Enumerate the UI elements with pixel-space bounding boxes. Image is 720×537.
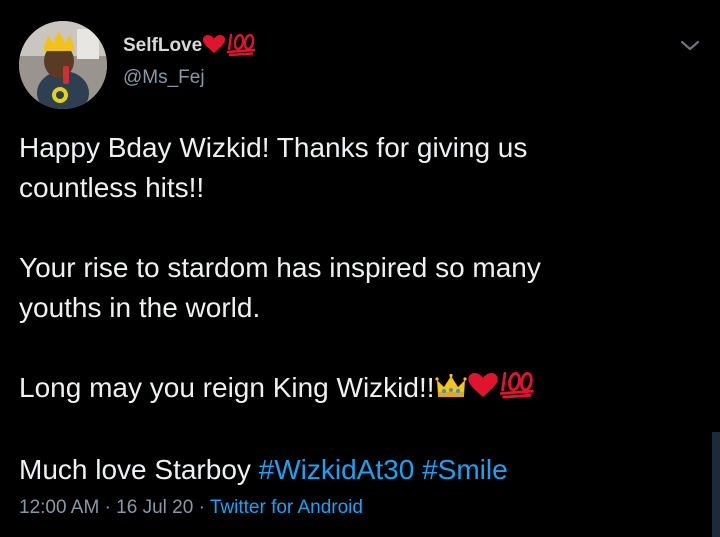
text-paragraph-2: Your rise to stardom has inspired so man…: [19, 248, 699, 328]
hundred-points-emoji: [226, 32, 258, 61]
hashtag-link[interactable]: #WizkidAt30: [259, 454, 415, 485]
heart-emoji: [202, 34, 226, 59]
text-line: Much love Starboy: [19, 454, 251, 486]
text-line: youths in the world.: [19, 292, 261, 323]
crown-emoji: [434, 370, 467, 410]
author-info[interactable]: SelfLove @Ms_Fej: [123, 33, 258, 89]
tweet-text: Happy Bday Wizkid! Thanks for giving us …: [19, 128, 699, 490]
avatar-photo: [19, 21, 107, 109]
hundred-points-emoji: [499, 369, 537, 410]
scrollbar[interactable]: [712, 432, 720, 537]
text-line: countless hits!!: [19, 172, 205, 203]
text-paragraph-3: Long may you reign King Wizkid!!: [19, 368, 699, 410]
display-name[interactable]: SelfLove: [123, 35, 202, 57]
tweet-meta: 12:00 AM · 16 Jul 20 · Twitter for Andro…: [19, 497, 363, 519]
tweet-date[interactable]: 16 Jul 20: [116, 497, 193, 518]
tweet-source-link[interactable]: Twitter for Android: [210, 497, 363, 518]
text-paragraph-1: Happy Bday Wizkid! Thanks for giving us …: [19, 128, 699, 208]
tweet-card[interactable]: SelfLove @Ms_Fej Happy Bday Wizkid! Than…: [0, 0, 720, 537]
chevron-down-icon: [680, 40, 700, 51]
text-paragraph-4: Much love Starboy #WizkidAt30 #Smile: [19, 450, 699, 490]
text-line: Long may you reign King Wizkid!!: [19, 372, 435, 403]
handle[interactable]: @Ms_Fej: [123, 67, 258, 89]
hashtag-link[interactable]: #Smile: [422, 454, 508, 485]
text-line: Your rise to stardom has inspired so man…: [19, 252, 541, 283]
tweet-time[interactable]: 12:00 AM: [19, 497, 99, 518]
display-name-row[interactable]: SelfLove: [123, 33, 258, 59]
text-line: Happy Bday Wizkid! Thanks for giving us: [19, 132, 528, 163]
avatar[interactable]: [19, 21, 107, 109]
meta-separator: ·: [198, 497, 205, 518]
meta-separator: ·: [104, 497, 111, 518]
heart-emoji: [467, 370, 499, 410]
tweet-menu-button[interactable]: [678, 36, 702, 56]
